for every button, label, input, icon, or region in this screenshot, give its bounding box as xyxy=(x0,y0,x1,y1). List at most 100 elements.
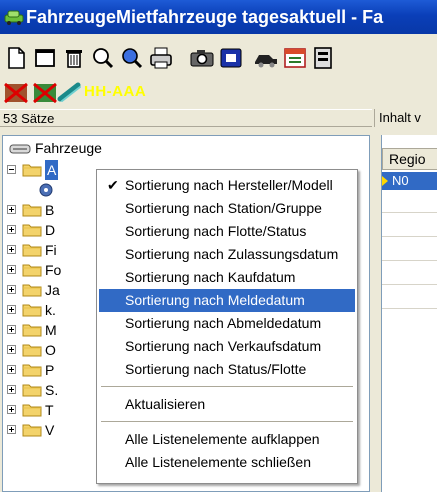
tree-node-label: D xyxy=(45,222,56,238)
record-count: 53 Sätze xyxy=(0,109,372,127)
window-icon[interactable] xyxy=(31,44,59,72)
drive-icon xyxy=(9,144,31,154)
tree-node-label: V xyxy=(45,422,55,438)
menu-item-label: Sortierung nach Verkaufsdatum xyxy=(125,338,322,354)
checkmark-icon: ✔ xyxy=(107,177,119,193)
menu-separator xyxy=(101,386,353,388)
menu-item[interactable]: Sortierung nach Verkaufsdatum xyxy=(99,335,355,358)
tree-node-label: k. xyxy=(45,302,56,318)
tree-node-label: Ja xyxy=(45,282,60,298)
tree-node-label: B xyxy=(45,202,55,218)
expand-icon[interactable] xyxy=(7,305,16,314)
menu-item[interactable]: Sortierung nach Meldedatum xyxy=(99,289,355,312)
camera-icon[interactable] xyxy=(188,44,216,72)
menu-item-label: Aktualisieren xyxy=(125,396,206,412)
expand-icon[interactable] xyxy=(7,345,16,354)
folder-icon xyxy=(22,362,42,382)
search-icon[interactable] xyxy=(89,44,117,72)
expand-icon[interactable] xyxy=(7,205,16,214)
menu-item[interactable]: Sortierung nach Zulassungsdatum xyxy=(99,243,355,266)
no-entry-2-icon[interactable] xyxy=(31,79,59,107)
new-doc-icon[interactable] xyxy=(2,44,30,72)
menu-item[interactable]: Alle Listenelemente aufklappen xyxy=(99,428,355,451)
no-entry-icon[interactable] xyxy=(2,79,30,107)
main-toolbar xyxy=(0,38,437,78)
expand-icon[interactable] xyxy=(7,365,16,374)
menu-item-label: Sortierung nach Abmeldedatum xyxy=(125,315,322,331)
grid-line xyxy=(382,308,437,309)
menu-item[interactable]: Sortierung nach Flotte/Status xyxy=(99,220,355,243)
tree-node-label: S. xyxy=(45,382,59,398)
app-car-icon xyxy=(4,10,24,25)
grid-line xyxy=(382,236,437,237)
link-icon[interactable] xyxy=(56,79,84,107)
row-pointer-icon xyxy=(382,176,388,186)
secondary-toolbar: HH-AAA xyxy=(0,79,437,107)
expand-icon[interactable] xyxy=(7,405,16,414)
title-bar: FahrzeugeMietfahrzeuge tagesaktuell - Fa xyxy=(0,0,437,34)
folder-icon xyxy=(22,242,42,262)
menu-item-label: Sortierung nach Kaufdatum xyxy=(125,269,296,285)
expand-icon[interactable] xyxy=(7,325,16,334)
grid-line xyxy=(382,260,437,261)
column-header-region[interactable]: Regio xyxy=(382,148,437,170)
folder-icon xyxy=(22,202,42,222)
tree-node-label: P xyxy=(45,362,55,378)
menu-item-label: Sortierung nach Meldedatum xyxy=(125,292,305,308)
menu-item-label: Sortierung nach Zulassungsdatum xyxy=(125,246,339,262)
folder-icon xyxy=(22,342,42,362)
menu-item[interactable]: Sortierung nach Station/Gruppe xyxy=(99,197,355,220)
grid-line xyxy=(382,284,437,285)
delete-icon[interactable] xyxy=(60,44,88,72)
menu-item[interactable]: Sortierung nach Kaufdatum xyxy=(99,266,355,289)
folder-icon xyxy=(22,162,42,182)
row-value: N0 xyxy=(392,173,409,188)
tree-root-label: Fahrzeuge xyxy=(35,140,102,156)
tree-node-label: Fi xyxy=(45,242,57,258)
expand-icon[interactable] xyxy=(7,285,16,294)
folder-icon xyxy=(22,322,42,342)
menu-item[interactable]: ✔ Sortierung nach Hersteller/Modell xyxy=(99,174,355,197)
menu-item[interactable]: Sortierung nach Status/Flotte xyxy=(99,358,355,381)
print-icon[interactable] xyxy=(147,44,175,72)
menu-item-label: Alle Listenelemente schließen xyxy=(125,454,311,470)
calendar-icon[interactable] xyxy=(281,44,309,72)
menu-item[interactable]: Sortierung nach Abmeldedatum xyxy=(99,312,355,335)
record-icon[interactable] xyxy=(217,44,245,72)
menu-item-label: Sortierung nach Hersteller/Modell xyxy=(125,177,333,193)
folder-icon xyxy=(22,402,42,422)
grid-line xyxy=(382,212,437,213)
menu-item-label: Sortierung nach Status/Flotte xyxy=(125,361,307,377)
collapse-icon[interactable] xyxy=(7,165,16,174)
tree-node-label: O xyxy=(45,342,56,358)
car-icon[interactable] xyxy=(252,44,280,72)
menu-item-label: Alle Listenelemente aufklappen xyxy=(125,431,320,447)
tree-node-label: A xyxy=(45,160,59,180)
expand-icon[interactable] xyxy=(7,425,16,434)
filing-icon[interactable] xyxy=(310,44,338,72)
tree-node-label: Fo xyxy=(45,262,62,278)
expand-icon[interactable] xyxy=(7,265,16,274)
license-plate: HH-AAA xyxy=(84,83,147,100)
folder-icon xyxy=(22,262,42,282)
search-blue-icon[interactable] xyxy=(118,44,146,72)
folder-icon xyxy=(22,422,42,442)
content-label: Inhalt v xyxy=(374,109,437,127)
tree-node-label: T xyxy=(45,402,54,418)
selected-row[interactable]: N0 xyxy=(382,172,437,190)
menu-item[interactable]: Alle Listenelemente schließen xyxy=(99,451,355,474)
expand-icon[interactable] xyxy=(7,245,16,254)
folder-icon xyxy=(22,282,42,302)
expand-icon[interactable] xyxy=(7,385,16,394)
menu-item-label: Sortierung nach Station/Gruppe xyxy=(125,200,322,216)
menu-item[interactable]: Aktualisieren xyxy=(99,393,355,416)
folder-icon xyxy=(22,222,42,242)
menu-item-label: Sortierung nach Flotte/Status xyxy=(125,223,307,239)
folder-icon xyxy=(22,382,42,402)
tree-node-label: M xyxy=(45,322,57,338)
menu-separator xyxy=(101,421,353,423)
tree-root[interactable]: Fahrzeuge xyxy=(9,140,102,156)
window-title: FahrzeugeMietfahrzeuge tagesaktuell - Fa xyxy=(26,7,384,27)
expand-icon[interactable] xyxy=(7,225,16,234)
folder-icon xyxy=(22,302,42,322)
